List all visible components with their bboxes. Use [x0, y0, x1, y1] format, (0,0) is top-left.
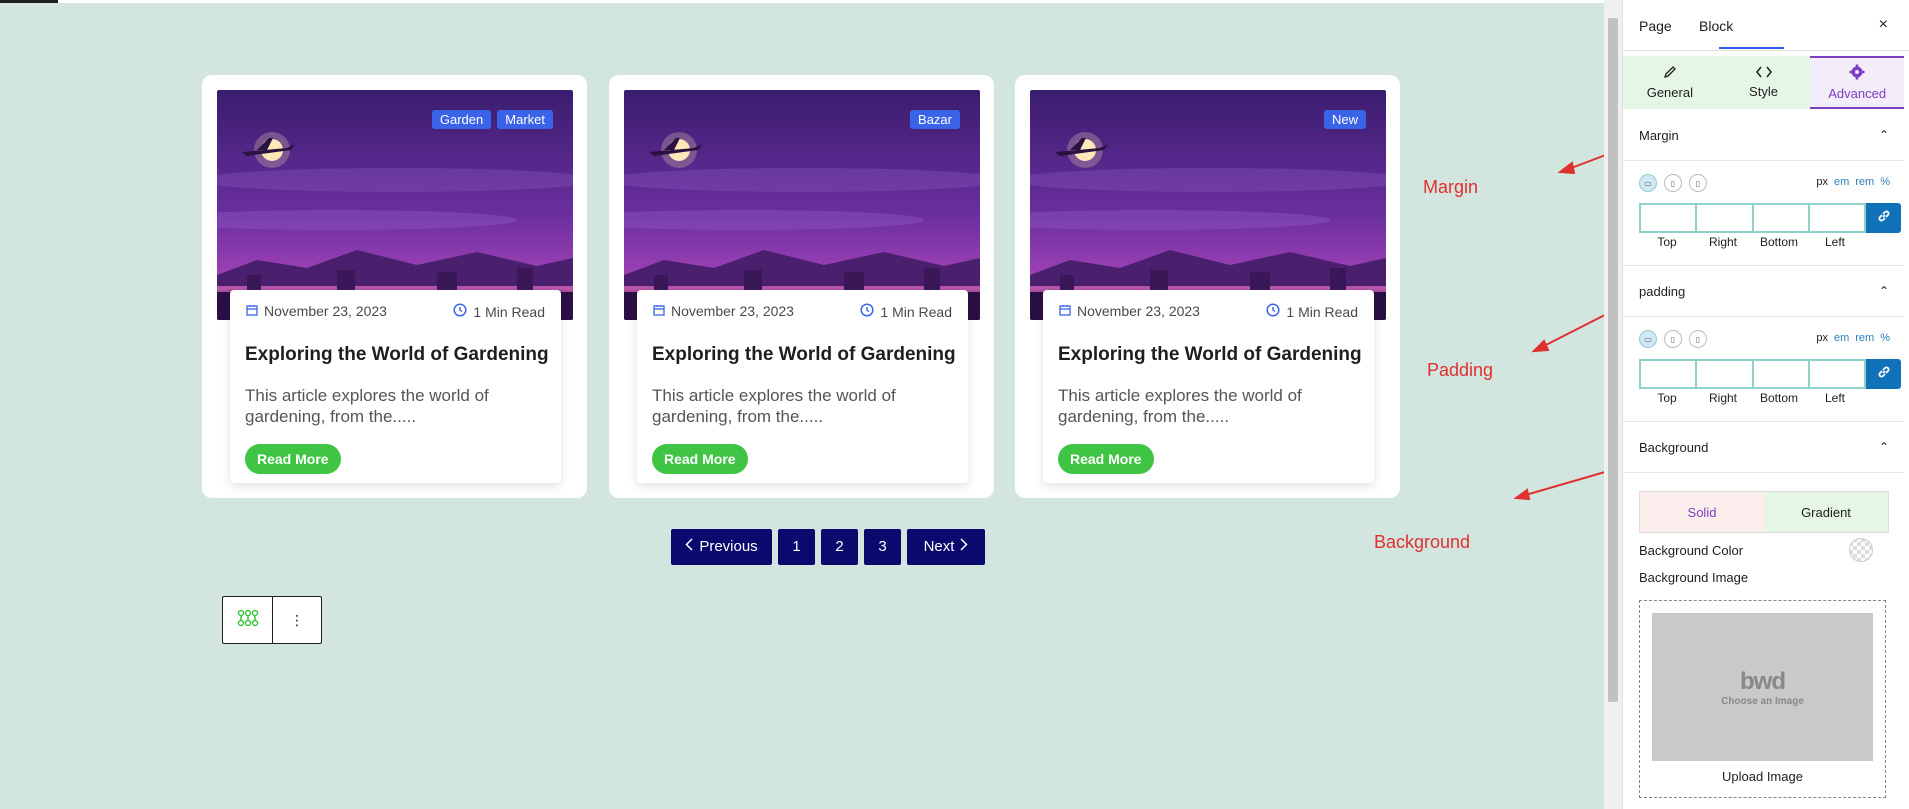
- padding-left-label: Left: [1824, 391, 1845, 405]
- margin-top-input[interactable]: [1639, 203, 1696, 233]
- padding-inputs: [1639, 359, 1902, 389]
- divider: [1623, 160, 1904, 161]
- link-icon: [1877, 365, 1891, 384]
- margin-units: px em rem %: [1816, 176, 1890, 188]
- padding-section-title: padding: [1639, 284, 1686, 299]
- margin-bottom-label: Bottom: [1759, 235, 1798, 249]
- sidebar-tabs: Page Block ×: [1623, 0, 1909, 51]
- tab-block-indicator: [1719, 47, 1784, 49]
- background-solid-option[interactable]: Solid: [1640, 492, 1764, 532]
- padding-bottom-input[interactable]: [1751, 359, 1808, 389]
- tab-advanced[interactable]: Advanced: [1810, 56, 1905, 109]
- bwd-logo: bwd: [1740, 667, 1786, 695]
- margin-link-button[interactable]: [1866, 203, 1902, 233]
- tab-general-label: General: [1646, 85, 1693, 100]
- unit-percent[interactable]: %: [1880, 332, 1890, 344]
- desktop-icon[interactable]: ▭: [1639, 330, 1657, 348]
- background-image-dropzone[interactable]: bwd Choose an Image Upload Image: [1639, 600, 1886, 798]
- code-icon: [1755, 66, 1772, 81]
- background-section-header[interactable]: Background ⌃: [1639, 440, 1889, 455]
- editor-scrollbar-thumb[interactable]: [1608, 18, 1618, 702]
- tablet-icon[interactable]: ▯: [1664, 174, 1682, 192]
- tab-style[interactable]: Style: [1716, 56, 1811, 109]
- margin-left-label: Left: [1824, 235, 1845, 249]
- margin-top-label: Top: [1657, 235, 1677, 249]
- padding-device-switcher: ▭ ▯ ▯: [1639, 330, 1707, 348]
- padding-left-input[interactable]: [1807, 359, 1867, 389]
- desktop-icon[interactable]: ▭: [1639, 174, 1657, 192]
- mobile-icon[interactable]: ▯: [1689, 330, 1707, 348]
- mobile-icon[interactable]: ▯: [1689, 174, 1707, 192]
- background-color-swatch[interactable]: [1849, 538, 1873, 562]
- image-placeholder[interactable]: bwd Choose an Image: [1652, 613, 1873, 761]
- background-section-title: Background: [1639, 440, 1709, 455]
- padding-top-input[interactable]: [1639, 359, 1696, 389]
- choose-image-text: Choose an Image: [1721, 695, 1804, 707]
- unit-percent[interactable]: %: [1880, 176, 1890, 188]
- unit-rem[interactable]: rem: [1855, 332, 1874, 344]
- pencil-icon: [1663, 65, 1677, 82]
- gear-icon: [1849, 64, 1865, 83]
- margin-right-label: Right: [1708, 235, 1737, 249]
- inspector-tabs: General Style Advanced: [1623, 56, 1905, 109]
- tab-page[interactable]: Page: [1639, 18, 1672, 34]
- padding-link-button[interactable]: [1866, 359, 1902, 389]
- divider: [1623, 316, 1904, 317]
- divider: [1623, 472, 1904, 473]
- padding-right-input[interactable]: [1695, 359, 1752, 389]
- padding-right-label: Right: [1708, 391, 1737, 405]
- chevron-up-icon: ⌃: [1878, 284, 1889, 298]
- upload-image-button[interactable]: Upload Image: [1640, 769, 1885, 784]
- background-image-label: Background Image: [1639, 570, 1749, 585]
- padding-labels: Top Right Bottom Left: [1639, 391, 1863, 405]
- margin-section-title: Margin: [1639, 128, 1679, 143]
- margin-labels: Top Right Bottom Left: [1639, 235, 1863, 249]
- divider: [1623, 421, 1904, 422]
- tablet-icon[interactable]: ▯: [1664, 330, 1682, 348]
- link-icon: [1877, 209, 1891, 228]
- background-type-toggle: Solid Gradient: [1639, 491, 1889, 533]
- unit-px[interactable]: px: [1816, 332, 1828, 344]
- background-color-label: Background Color: [1639, 543, 1744, 558]
- chevron-up-icon: ⌃: [1878, 440, 1889, 454]
- margin-right-input[interactable]: [1695, 203, 1752, 233]
- tab-general[interactable]: General: [1623, 56, 1717, 109]
- padding-units: px em rem %: [1816, 332, 1890, 344]
- unit-rem[interactable]: rem: [1855, 176, 1874, 188]
- close-icon[interactable]: ×: [1879, 16, 1888, 34]
- chevron-up-icon: ⌃: [1878, 128, 1889, 142]
- unit-em[interactable]: em: [1834, 332, 1849, 344]
- tab-block[interactable]: Block: [1699, 18, 1733, 34]
- padding-bottom-label: Bottom: [1759, 391, 1798, 405]
- margin-bottom-input[interactable]: [1751, 203, 1808, 233]
- unit-px[interactable]: px: [1816, 176, 1828, 188]
- padding-top-label: Top: [1657, 391, 1677, 405]
- divider: [1623, 265, 1904, 266]
- padding-section-header[interactable]: padding ⌃: [1639, 284, 1889, 299]
- margin-section-header[interactable]: Margin ⌃: [1639, 128, 1889, 143]
- tab-style-label: Style: [1749, 84, 1778, 99]
- margin-inputs: [1639, 203, 1902, 233]
- tab-advanced-label: Advanced: [1828, 86, 1887, 101]
- unit-em[interactable]: em: [1834, 176, 1849, 188]
- margin-device-switcher: ▭ ▯ ▯: [1639, 174, 1707, 192]
- settings-sidebar: Page Block × General Style Advanced Marg…: [1622, 0, 1909, 809]
- background-gradient-option[interactable]: Gradient: [1764, 492, 1888, 532]
- margin-left-input[interactable]: [1807, 203, 1867, 233]
